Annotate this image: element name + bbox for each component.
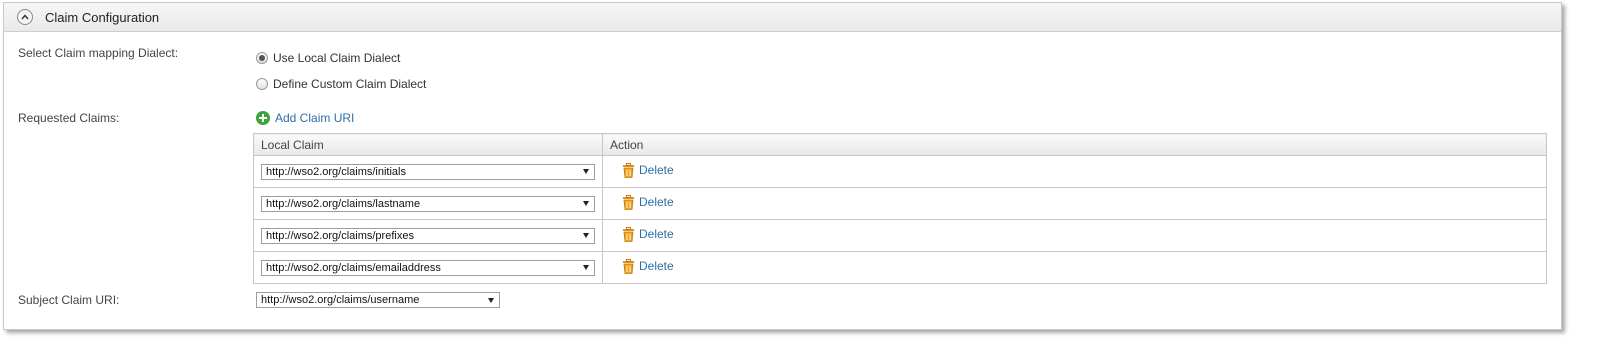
local-claim-value: http://wso2.org/claims/emailaddress	[266, 261, 441, 274]
radio-custom-dialect-label: Define Custom Claim Dialect	[273, 77, 427, 91]
table-row: http://wso2.org/claims/initials Delete	[253, 155, 1547, 188]
local-claim-select[interactable]: http://wso2.org/claims/lastname	[261, 195, 595, 212]
dropdown-arrow-icon	[583, 233, 589, 238]
trash-icon	[623, 162, 634, 178]
table-row: http://wso2.org/claims/prefixes Delete	[253, 219, 1547, 252]
table-header-row: Local Claim Action	[253, 133, 1547, 156]
dropdown-arrow-icon	[583, 169, 589, 174]
radio-custom-dialect[interactable]: Define Custom Claim Dialect	[256, 77, 426, 91]
table-row: http://wso2.org/claims/emailaddress Dele…	[253, 251, 1547, 284]
add-claim-uri-label: Add Claim URI	[275, 111, 355, 125]
dropdown-arrow-icon	[583, 201, 589, 206]
subject-claim-value: http://wso2.org/claims/username	[261, 294, 420, 306]
delete-button[interactable]: Delete	[622, 194, 674, 210]
dropdown-arrow-icon	[583, 265, 589, 270]
trash-icon	[623, 258, 634, 274]
trash-icon	[623, 194, 634, 210]
delete-button[interactable]: Delete	[622, 162, 674, 178]
local-claim-value: http://wso2.org/claims/prefixes	[266, 229, 414, 242]
claims-table: Local Claim Action http://wso2.org/claim…	[253, 133, 1547, 284]
radio-custom-dialect-indicator[interactable]	[256, 78, 268, 90]
delete-button[interactable]: Delete	[622, 258, 674, 274]
radio-local-dialect-indicator[interactable]	[256, 52, 268, 64]
plus-circle-icon	[256, 111, 270, 125]
delete-label: Delete	[639, 227, 674, 241]
requested-claims-label: Requested Claims:	[18, 111, 120, 125]
subject-claim-label: Subject Claim URI:	[18, 293, 120, 307]
dialect-label: Select Claim mapping Dialect:	[18, 46, 179, 60]
column-header-action: Action	[602, 133, 1547, 156]
local-claim-select[interactable]: http://wso2.org/claims/emailaddress	[261, 259, 595, 276]
column-header-local-claim: Local Claim	[253, 133, 603, 156]
add-claim-uri-button[interactable]: Add Claim URI	[256, 111, 354, 125]
delete-label: Delete	[639, 259, 674, 273]
table-row: http://wso2.org/claims/lastname Delete	[253, 187, 1547, 220]
local-claim-select[interactable]: http://wso2.org/claims/initials	[261, 163, 595, 180]
dropdown-arrow-icon	[488, 297, 494, 303]
local-claim-value: http://wso2.org/claims/initials	[266, 165, 406, 178]
trash-icon	[623, 226, 634, 242]
radio-local-dialect-label: Use Local Claim Dialect	[273, 51, 401, 65]
delete-label: Delete	[639, 195, 674, 209]
panel-title: Claim Configuration	[45, 9, 160, 25]
panel-header[interactable]: Claim Configuration	[4, 3, 1561, 32]
subject-claim-select[interactable]: http://wso2.org/claims/username	[256, 292, 500, 308]
radio-local-dialect[interactable]: Use Local Claim Dialect	[256, 51, 400, 65]
delete-label: Delete	[639, 163, 674, 177]
local-claim-value: http://wso2.org/claims/lastname	[266, 197, 421, 210]
delete-button[interactable]: Delete	[622, 226, 674, 242]
local-claim-select[interactable]: http://wso2.org/claims/prefixes	[261, 227, 595, 244]
collapse-icon[interactable]	[17, 9, 33, 25]
